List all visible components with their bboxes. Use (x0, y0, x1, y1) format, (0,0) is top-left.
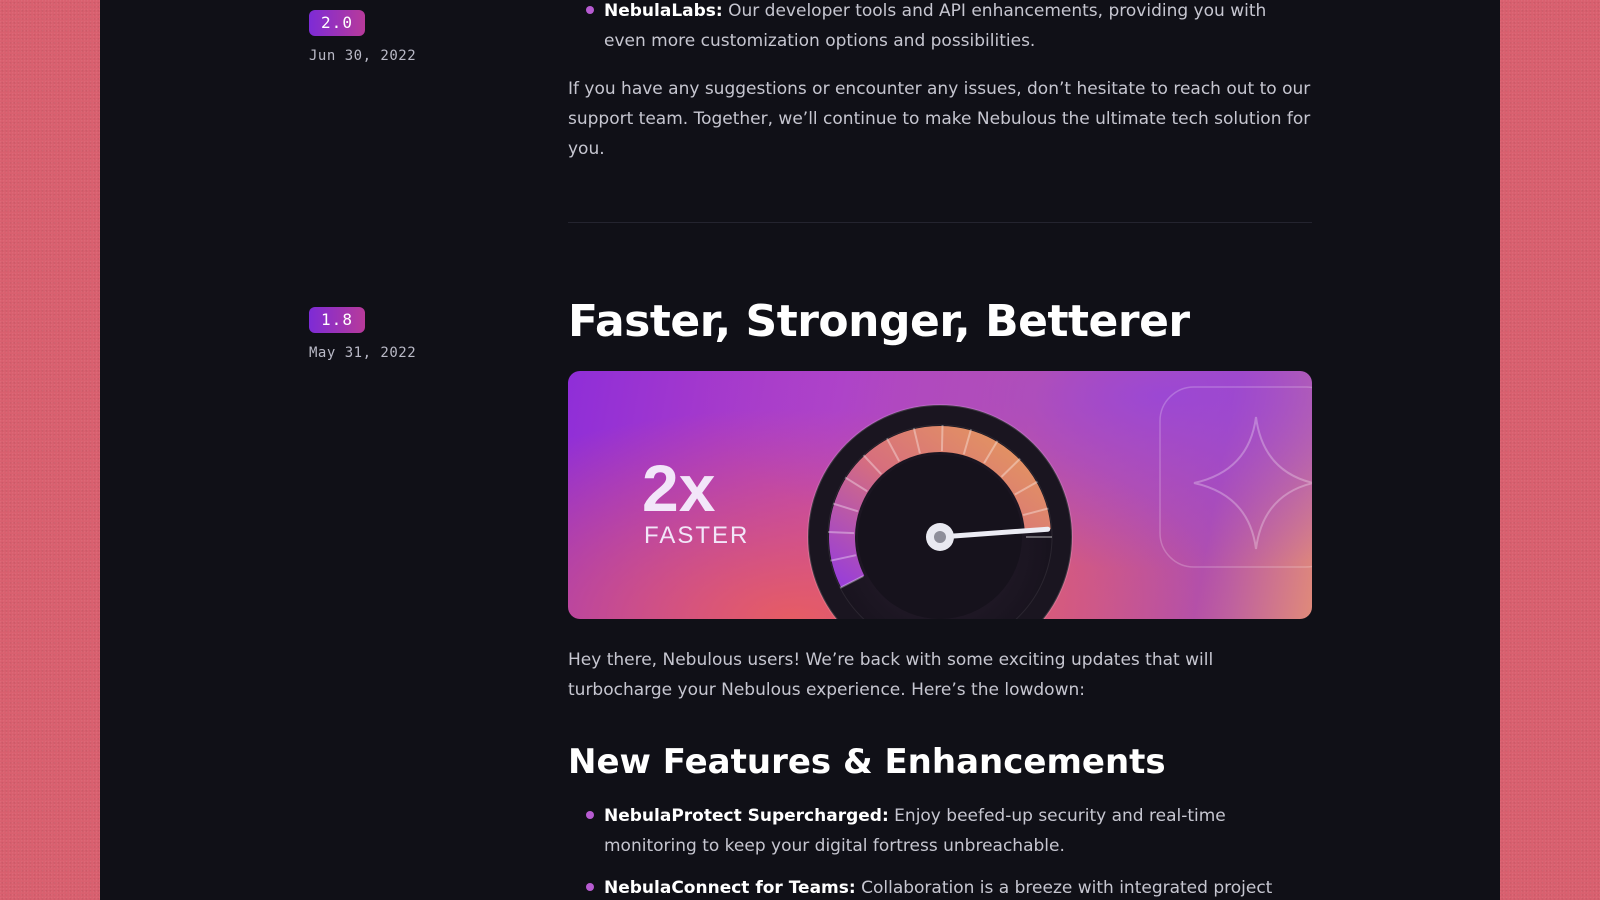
intro-paragraph: Hey there, Nebulous users! We’re back wi… (568, 650, 1214, 700)
release-divider (568, 222, 1312, 223)
bullet-dot (586, 811, 594, 819)
version-badge: 1.8 (309, 307, 365, 333)
feature-list: NebulaProtect Supercharged: Enjoy beefed… (568, 801, 1312, 900)
closing-paragraph: If you have any suggestions or encounter… (568, 79, 1311, 159)
release-meta-2-0: 2.0 Jun 30, 2022 (309, 10, 416, 64)
bullet-dot (586, 883, 594, 891)
hero-big-text: 2x (642, 451, 716, 525)
release-body-2-0: NebulaLabs: Our developer tools and API … (568, 0, 1312, 164)
star-card (1159, 386, 1312, 568)
gauge-tick (828, 530, 855, 535)
section-title: New Features & Enhancements (568, 742, 1166, 782)
needle-hub-center (934, 531, 946, 543)
changelog-panel: 2.0 Jun 30, 2022 NebulaLabs: Our develop… (100, 0, 1500, 900)
release-date: Jun 30, 2022 (309, 48, 417, 64)
list-item-title: NebulaConnect for Teams: (604, 878, 856, 898)
list-item: NebulaConnect for Teams: Collaboration i… (568, 873, 1312, 900)
release-meta-1-8: 1.8 May 31, 2022 (309, 307, 416, 361)
hero-image: 2x FASTER (568, 371, 1312, 619)
gauge-tick (940, 425, 944, 452)
list-item-title: NebulaProtect Supercharged: (604, 806, 889, 826)
sparkle-icon (1193, 416, 1312, 550)
bullet-dot (586, 6, 594, 14)
release-date: May 31, 2022 (309, 345, 417, 361)
version-badge: 2.0 (309, 10, 365, 36)
list-item-title: NebulaLabs: (604, 1, 723, 21)
list-item: NebulaProtect Supercharged: Enjoy beefed… (568, 801, 1312, 861)
speedometer-illustration: 2x FASTER (642, 386, 1312, 619)
hero-small-text: FASTER (644, 522, 749, 549)
post-title: Faster, Stronger, Betterer (568, 296, 1190, 347)
release-body-1-8: Hey there, Nebulous users! We’re back wi… (568, 645, 1312, 705)
list-item: NebulaLabs: Our developer tools and API … (568, 0, 1312, 56)
